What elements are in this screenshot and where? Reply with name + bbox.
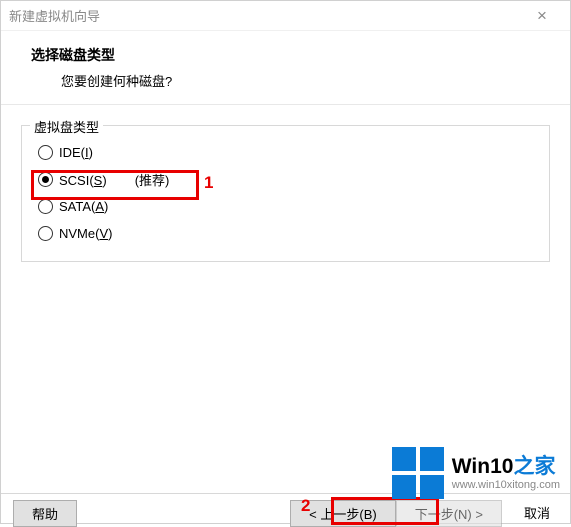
radio-sata[interactable]: SATA(A)	[36, 193, 535, 219]
wizard-body: 虚拟盘类型 IDE(I) SCSI(S)(推荐) SATA(A) NVMe(V)	[1, 105, 570, 262]
radio-scsi[interactable]: SCSI(S)(推荐)	[36, 166, 535, 192]
radio-icon	[38, 145, 53, 160]
radio-ide[interactable]: IDE(I)	[36, 139, 535, 165]
watermark-text: Win10之家 www.win10xitong.com	[452, 455, 560, 490]
disk-type-group: 虚拟盘类型 IDE(I) SCSI(S)(推荐) SATA(A) NVMe(V)	[21, 125, 550, 262]
titlebar: 新建虚拟机向导 ×	[1, 1, 570, 31]
button-bar: 帮助 < 上一步(B) 下一步(N) > 取消	[1, 493, 570, 523]
radio-icon	[38, 172, 53, 187]
radio-nvme-label: NVMe(V)	[59, 226, 112, 241]
radio-sata-label: SATA(A)	[59, 199, 108, 214]
page-title: 选择磁盘类型	[31, 45, 550, 65]
page-subtitle: 您要创建何种磁盘?	[31, 71, 550, 90]
radio-icon	[38, 226, 53, 241]
radio-ide-label: IDE(I)	[59, 145, 93, 160]
radio-nvme[interactable]: NVMe(V)	[36, 220, 535, 246]
radio-icon	[38, 199, 53, 214]
back-button[interactable]: < 上一步(B)	[290, 500, 396, 527]
radio-scsi-label: SCSI(S)(推荐)	[59, 170, 169, 189]
cancel-button[interactable]: 取消	[516, 500, 558, 525]
help-button[interactable]: 帮助	[13, 500, 77, 527]
watermark: Win10之家 www.win10xitong.com	[392, 447, 560, 499]
window-title: 新建虚拟机向导	[9, 6, 522, 25]
wizard-header: 选择磁盘类型 您要创建何种磁盘?	[1, 31, 570, 105]
next-button[interactable]: 下一步(N) >	[396, 500, 502, 527]
windows-logo-icon	[392, 447, 444, 499]
wizard-window: 新建虚拟机向导 × 选择磁盘类型 您要创建何种磁盘? 虚拟盘类型 IDE(I) …	[0, 0, 571, 524]
close-icon[interactable]: ×	[522, 6, 562, 26]
group-legend: 虚拟盘类型	[30, 117, 103, 136]
